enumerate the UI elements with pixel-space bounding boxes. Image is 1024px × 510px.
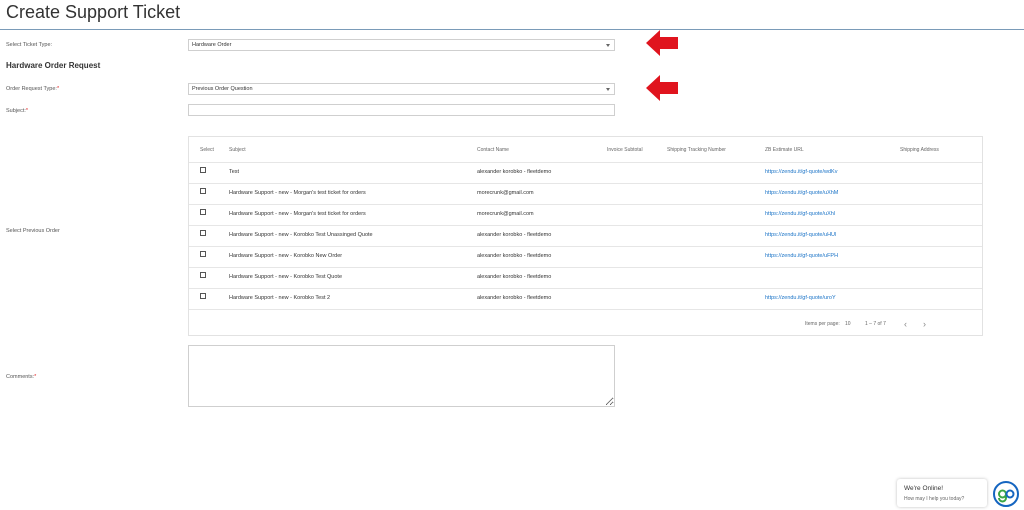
title-divider — [0, 29, 1024, 30]
row-select-checkbox[interactable] — [200, 209, 206, 215]
chevron-down-icon — [606, 88, 610, 91]
required-mark: * — [25, 108, 29, 114]
table-row: Hardware Support - new - Morgan's test t… — [189, 204, 982, 226]
row-estimate-url-link[interactable]: https://zendu.it/gf-quote/wdKv — [765, 169, 837, 175]
row-select-checkbox[interactable] — [200, 167, 206, 173]
ticket-type-label: Select Ticket Type: — [6, 42, 53, 48]
chat-subtitle: How may I help you today? — [904, 496, 965, 502]
select-previous-order-label: Select Previous Order — [6, 228, 60, 234]
row-subject: Test — [229, 169, 240, 175]
chat-title: We're Online! — [904, 485, 944, 492]
row-select-checkbox[interactable] — [200, 251, 206, 257]
order-request-type-label-text: Order Request Type: — [6, 86, 57, 92]
red-arrow-left-icon — [646, 30, 678, 56]
items-per-page-label: Items per page: — [805, 321, 840, 327]
row-select-checkbox[interactable] — [200, 293, 206, 299]
row-estimate-url-link[interactable]: https://zendu.it/gf-quote/uXhM — [765, 190, 838, 196]
table-header: Select Subject Contact Name Invoice Subt… — [189, 137, 982, 163]
row-contact-name: alexander korobko - fleetdemo — [477, 232, 552, 238]
row-select-checkbox[interactable] — [200, 272, 206, 278]
chevron-left-icon[interactable]: ‹ — [904, 319, 907, 329]
column-header-shipping-address[interactable]: Shipping Address — [900, 147, 939, 153]
required-mark: * — [56, 86, 60, 92]
row-subject: Hardware Support - new - Morgan's test t… — [229, 211, 366, 217]
row-subject: Hardware Support - new - Korobko Test Un… — [229, 232, 373, 238]
row-subject: Hardware Support - new - Korobko Test Qu… — [229, 274, 343, 280]
table-paginator: Items per page: 10 1 – 7 of 7 ‹ › — [189, 314, 982, 336]
chevron-down-icon — [606, 44, 610, 47]
table-row: Hardware Support - new - Korobko Test Un… — [189, 225, 982, 247]
items-per-page-select[interactable]: 10 — [845, 321, 851, 327]
section-heading: Hardware Order Request — [6, 61, 101, 70]
comments-label-text: Comments: — [6, 374, 35, 380]
order-request-type-select[interactable]: Previous Order Question — [188, 83, 615, 95]
row-subject: Hardware Support - new - Korobko Test 2 — [229, 295, 331, 301]
subject-input[interactable] — [188, 104, 615, 116]
row-subject: Hardware Support - new - Korobko New Ord… — [229, 253, 343, 259]
row-estimate-url-link[interactable]: https://zendu.it/gf-quote/uXhl — [765, 211, 835, 217]
order-request-type-label: Order Request Type:* — [6, 86, 59, 92]
paginator-range: 1 – 7 of 7 — [865, 321, 886, 327]
table-row: Hardware Support - new - Morgan's test t… — [189, 183, 982, 205]
order-request-type-value: Previous Order Question — [192, 86, 253, 92]
row-contact-name: alexander korobko - fleetdemo — [477, 253, 552, 259]
column-header-zb-estimate-url[interactable]: ZB Estimate URL — [765, 147, 804, 153]
row-select-checkbox[interactable] — [200, 188, 206, 194]
comments-label: Comments:* — [6, 374, 36, 380]
column-header-shipping-tracking-number[interactable]: Shipping Tracking Number — [667, 147, 726, 153]
subject-label: Subject:* — [6, 108, 28, 114]
ticket-type-value: Hardware Order — [192, 42, 232, 48]
row-contact-name: alexander korobko - fleetdemo — [477, 274, 552, 280]
column-header-select[interactable]: Select — [200, 147, 214, 153]
column-header-invoice-subtotal[interactable]: Invoice Subtotal — [607, 147, 643, 153]
table-row: Hardware Support - new - Korobko Test 2 … — [189, 288, 982, 310]
row-estimate-url-link[interactable]: https://zendu.it/gf-quote/uHUl — [765, 232, 836, 238]
row-contact-name: morecrunk@gmail.com — [477, 211, 534, 217]
go-logo-icon[interactable] — [993, 481, 1019, 507]
row-contact-name: morecrunk@gmail.com — [477, 190, 534, 196]
previous-orders-table: Select Subject Contact Name Invoice Subt… — [188, 136, 983, 336]
page-title: Create Support Ticket — [6, 2, 181, 22]
chevron-right-icon[interactable]: › — [923, 319, 926, 329]
row-subject: Hardware Support - new - Morgan's test t… — [229, 190, 366, 196]
row-contact-name: alexander korobko - fleetdemo — [477, 169, 552, 175]
table-row: Hardware Support - new - Korobko Test Qu… — [189, 267, 982, 289]
table-row: Test alexander korobko - fleetdemo https… — [189, 162, 982, 184]
subject-label-text: Subject: — [6, 108, 26, 114]
required-mark: * — [34, 374, 37, 380]
red-arrow-left-icon — [646, 75, 678, 101]
row-select-checkbox[interactable] — [200, 230, 206, 236]
column-header-contact-name[interactable]: Contact Name — [477, 147, 509, 153]
row-estimate-url-link[interactable]: https://zendu.it/gf-quote/uFPH — [765, 253, 838, 259]
comments-textarea[interactable] — [188, 345, 615, 407]
column-header-subject[interactable]: Subject — [229, 147, 246, 153]
ticket-type-select[interactable]: Hardware Order — [188, 39, 615, 51]
chat-bubble[interactable]: We're Online! How may I help you today? — [897, 479, 987, 507]
table-row: Hardware Support - new - Korobko New Ord… — [189, 246, 982, 268]
row-estimate-url-link[interactable]: https://zendu.it/gf-quote/uroY — [765, 295, 836, 301]
row-contact-name: alexander korobko - fleetdemo — [477, 295, 552, 301]
